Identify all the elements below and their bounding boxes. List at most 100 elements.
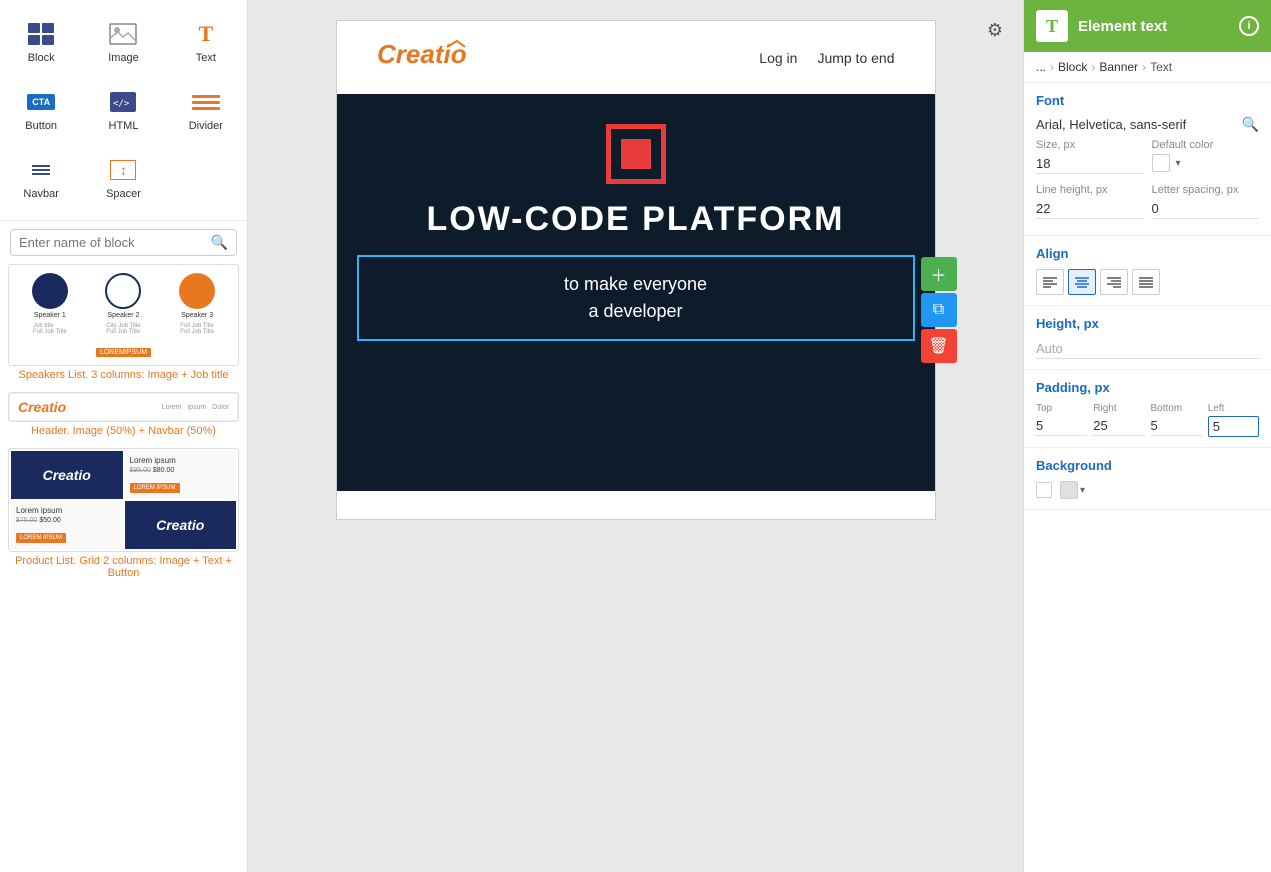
banner-title: LOW-CODE PLATFORM (357, 200, 915, 239)
product-preview: Creatio Lorem ipsum $95.00 $80.00 LOREM … (8, 448, 239, 552)
align-right-button[interactable] (1100, 269, 1128, 295)
speakers-preview: Speaker 1 Job titleFull Job Title Speake… (8, 264, 239, 366)
color-dropdown[interactable]: ▾ (1176, 158, 1181, 169)
font-section-title: Font (1036, 93, 1259, 108)
header-label: Header. Image (50%) + Navbar (50%) (8, 422, 239, 442)
template-card-speakers[interactable]: Speaker 1 Job titleFull Job Title Speake… (8, 264, 239, 386)
block-icon (25, 20, 57, 48)
block-item-button[interactable]: CTA Button (2, 78, 80, 142)
padding-right-value[interactable]: 25 (1093, 416, 1144, 436)
element-text-icon: T (1036, 10, 1068, 42)
canvas-logo: Creatio (377, 37, 477, 78)
copy-block-button[interactable]: ⧉ (921, 293, 957, 327)
padding-grid: Top 5 Right 25 Bottom 5 Left (1036, 403, 1259, 437)
product-label: Product List. Grid 2 columns: Image + Te… (8, 552, 239, 584)
padding-bottom-label: Bottom (1151, 403, 1202, 414)
block-item-navbar[interactable]: Navbar (2, 146, 80, 210)
block-item-text[interactable]: T Text (167, 10, 245, 74)
blocks-grid: Block Image T Text CTA Butto (0, 0, 247, 221)
info-button[interactable]: i (1239, 16, 1259, 36)
navbar-label: Navbar (23, 188, 58, 200)
breadcrumb-block[interactable]: Block (1058, 60, 1087, 74)
font-section: Font Arial, Helvetica, sans-serif 🔍 Size… (1024, 83, 1271, 236)
default-color-group: Default color ▾ (1152, 139, 1260, 178)
search-icon: 🔍 (211, 234, 228, 251)
canvas-text-block[interactable]: to make everyone a developer ＋ ⧉ 🗑 (357, 255, 915, 341)
template-card-header[interactable]: Creatio Lorem ipsum Dolor Header. Image … (8, 392, 239, 442)
settings-icon[interactable]: ⚙ (987, 20, 1003, 41)
background-swatch-wrap: ▾ (1060, 481, 1085, 499)
delete-block-button[interactable]: 🗑 (921, 329, 957, 363)
spacer-label: Spacer (106, 188, 141, 200)
text-icon: T (190, 20, 222, 48)
banner-icon (606, 124, 666, 184)
canvas-nav: Log in Jump to end (759, 50, 894, 66)
background-section-title: Background (1036, 458, 1259, 473)
block-label: Block (28, 52, 55, 64)
text-label: Text (196, 52, 216, 64)
background-color-chevron-icon: ▾ (1080, 485, 1085, 496)
image-label: Image (108, 52, 139, 64)
canvas-header: Creatio Log in Jump to end (337, 21, 935, 94)
breadcrumb-banner[interactable]: Banner (1099, 60, 1138, 74)
block-item-image[interactable]: Image (84, 10, 162, 74)
canvas-text-content: to make everyone a developer (364, 271, 908, 325)
size-value[interactable]: 18 (1036, 154, 1144, 174)
padding-top-value[interactable]: 5 (1036, 416, 1087, 436)
header-preview: Creatio Lorem ipsum Dolor (8, 392, 239, 422)
line-height-group: Line height, px 22 (1036, 184, 1144, 219)
padding-top-field: Top 5 (1036, 403, 1087, 437)
padding-left-label: Left (1208, 403, 1259, 414)
button-icon: CTA (25, 88, 57, 116)
rs-header: T Element text i (1024, 0, 1271, 52)
color-swatch-row: ▾ (1152, 154, 1260, 172)
font-search-icon[interactable]: 🔍 (1242, 116, 1259, 133)
search-box[interactable]: 🔍 (10, 229, 237, 256)
align-buttons (1036, 269, 1259, 295)
block-item-block[interactable]: Block (2, 10, 80, 74)
padding-bottom-value[interactable]: 5 (1151, 416, 1202, 436)
height-value-row: Auto (1036, 339, 1259, 359)
background-section: Background ▾ (1024, 448, 1271, 510)
speakers-label: Speakers List. 3 columns: Image + Job ti… (8, 366, 239, 386)
align-justify-button[interactable] (1132, 269, 1160, 295)
align-center-button[interactable] (1068, 269, 1096, 295)
padding-top-label: Top (1036, 403, 1087, 414)
canvas-empty-section (357, 341, 915, 461)
canvas-nav-login[interactable]: Log in (759, 50, 797, 66)
block-item-divider[interactable]: Divider (167, 78, 245, 142)
letter-spacing-label: Letter spacing, px (1152, 184, 1260, 196)
background-swatch[interactable] (1060, 481, 1078, 499)
add-block-button[interactable]: ＋ (921, 257, 957, 291)
background-checkbox[interactable] (1036, 482, 1052, 498)
padding-section-title: Padding, px (1036, 380, 1259, 395)
padding-section: Padding, px Top 5 Right 25 Bottom 5 Left (1024, 370, 1271, 448)
search-input[interactable] (19, 235, 211, 250)
letter-spacing-value[interactable]: 0 (1152, 199, 1260, 219)
template-card-product[interactable]: Creatio Lorem ipsum $95.00 $80.00 LOREM … (8, 448, 239, 584)
right-sidebar: T Element text i ... › Block › Banner › … (1023, 0, 1271, 872)
html-label: HTML (109, 120, 139, 132)
size-color-row: Size, px 18 Default color ▾ (1036, 139, 1259, 178)
line-height-value[interactable]: 22 (1036, 199, 1144, 219)
height-section-title: Height, px (1036, 316, 1259, 331)
email-canvas: Creatio Log in Jump to end LOW-CODE PLAT… (336, 20, 936, 520)
main-canvas: ⚙ Creatio Log in Jump to end LOW-CODE PL… (248, 0, 1023, 872)
align-left-button[interactable] (1036, 269, 1064, 295)
svg-text:</>: </> (113, 99, 130, 109)
block-item-spacer[interactable]: Spacer (84, 146, 162, 210)
height-section: Height, px Auto (1024, 306, 1271, 370)
image-icon (107, 20, 139, 48)
banner-icon-inner (621, 139, 651, 169)
divider-icon (190, 88, 222, 116)
canvas-nav-jump[interactable]: Jump to end (817, 50, 894, 66)
default-color-label: Default color (1152, 139, 1260, 151)
padding-left-input[interactable] (1208, 416, 1259, 437)
color-swatch[interactable] (1152, 154, 1170, 172)
navbar-icon (25, 156, 57, 184)
chevron-down-icon: ▾ (1176, 158, 1181, 169)
height-value[interactable]: Auto (1036, 339, 1259, 359)
button-label: Button (25, 120, 57, 132)
block-item-html[interactable]: </> HTML (84, 78, 162, 142)
divider-label: Divider (189, 120, 223, 132)
